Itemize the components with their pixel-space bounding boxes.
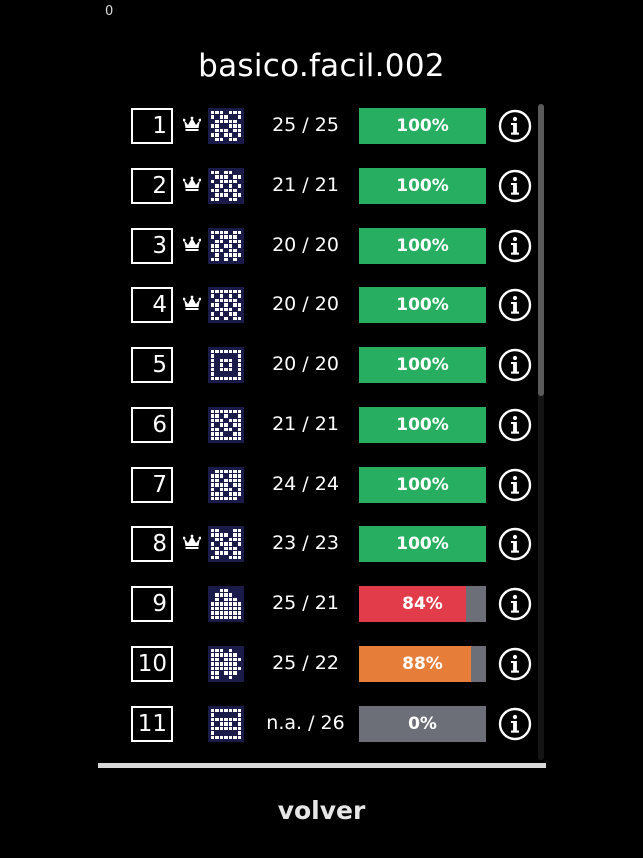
progress-bar: 100% (359, 526, 486, 562)
progress-label: 100% (396, 176, 449, 196)
progress-bar: 100% (359, 407, 486, 443)
info-icon[interactable] (498, 468, 532, 502)
level-row[interactable]: 3 20 / 20 100% (98, 220, 538, 280)
scrollbar[interactable] (538, 104, 544, 760)
progress-bar: 0% (359, 706, 486, 742)
level-score: 25 / 21 (272, 592, 339, 614)
progress-label: 88% (402, 654, 443, 674)
nonogram-thumbnail-icon[interactable] (208, 407, 244, 443)
level-number[interactable]: 5 (131, 347, 173, 383)
progress-bar: 100% (359, 347, 486, 383)
level-score: 25 / 25 (272, 114, 339, 136)
nonogram-thumbnail-icon[interactable] (208, 287, 244, 323)
info-icon[interactable] (498, 169, 532, 203)
progress-bar: 100% (359, 467, 486, 503)
nonogram-thumbnail-icon[interactable] (208, 228, 244, 264)
nonogram-thumbnail-icon[interactable] (208, 526, 244, 562)
level-row[interactable]: 11 n.a. / 26 0% (98, 698, 538, 758)
crown-icon (183, 236, 201, 251)
level-score: 20 / 20 (272, 234, 339, 256)
level-row[interactable]: 8 23 / 23 100% (98, 518, 538, 578)
progress-label: 0% (408, 714, 437, 734)
info-icon[interactable] (498, 587, 532, 621)
level-row[interactable]: 10 25 / 22 88% (98, 638, 538, 698)
nonogram-thumbnail-icon[interactable] (208, 108, 244, 144)
info-icon[interactable] (498, 647, 532, 681)
level-score: 20 / 20 (272, 293, 339, 315)
crown-icon (183, 176, 201, 191)
level-score: 20 / 20 (272, 353, 339, 375)
level-row[interactable]: 1 25 / 25 100% (98, 100, 538, 160)
level-number[interactable]: 8 (131, 526, 173, 562)
nonogram-thumbnail-icon[interactable] (208, 646, 244, 682)
progress-bar: 100% (359, 168, 486, 204)
nonogram-thumbnail-icon[interactable] (208, 168, 244, 204)
level-score: 24 / 24 (272, 473, 339, 495)
level-number[interactable]: 2 (131, 168, 173, 204)
level-number[interactable]: 10 (131, 646, 173, 682)
progress-bar: 100% (359, 287, 486, 323)
level-row[interactable]: 6 21 / 21 100% (98, 399, 538, 459)
level-score: n.a. / 26 (266, 712, 345, 734)
level-number[interactable]: 11 (131, 706, 173, 742)
info-icon[interactable] (498, 408, 532, 442)
progress-bar: 84% (359, 586, 486, 622)
info-icon[interactable] (498, 707, 532, 741)
info-icon[interactable] (498, 348, 532, 382)
level-row[interactable]: 5 20 / 20 100% (98, 339, 538, 399)
info-icon[interactable] (498, 109, 532, 143)
nonogram-thumbnail-icon[interactable] (208, 706, 244, 742)
divider (98, 763, 546, 768)
crown-icon (183, 116, 201, 131)
progress-bar: 100% (359, 228, 486, 264)
crown-icon (183, 534, 201, 549)
level-row[interactable]: 2 21 / 21 100% (98, 160, 538, 220)
progress-label: 100% (396, 475, 449, 495)
level-number[interactable]: 1 (131, 108, 173, 144)
crown-icon (183, 295, 201, 310)
info-icon[interactable] (498, 229, 532, 263)
progress-label: 84% (402, 594, 443, 614)
level-row[interactable]: 4 20 / 20 100% (98, 279, 538, 339)
progress-bar: 88% (359, 646, 486, 682)
progress-label: 100% (396, 116, 449, 136)
level-row[interactable]: 7 24 / 24 100% (98, 459, 538, 519)
progress-label: 100% (396, 415, 449, 435)
level-row[interactable]: 9 25 / 21 84% (98, 578, 538, 638)
level-number[interactable]: 9 (131, 586, 173, 622)
level-number[interactable]: 6 (131, 407, 173, 443)
scrollbar-thumb[interactable] (538, 104, 544, 396)
progress-label: 100% (396, 295, 449, 315)
page-title: basico.facil.002 (198, 48, 445, 84)
level-number[interactable]: 7 (131, 467, 173, 503)
level-score: 21 / 21 (272, 174, 339, 196)
nonogram-thumbnail-icon[interactable] (208, 347, 244, 383)
back-button[interactable]: volver (0, 796, 643, 825)
level-score: 21 / 21 (272, 413, 339, 435)
progress-bar: 100% (359, 108, 486, 144)
level-number[interactable]: 4 (131, 287, 173, 323)
info-icon[interactable] (498, 288, 532, 322)
progress-label: 100% (396, 236, 449, 256)
corner-counter: 0 (105, 4, 114, 19)
progress-label: 100% (396, 534, 449, 554)
info-icon[interactable] (498, 527, 532, 561)
level-list[interactable]: 1 25 / 25 100% 2 21 / 21 100% 3 20 / 20 100% 4 20 … (98, 100, 546, 760)
level-number[interactable]: 3 (131, 228, 173, 264)
nonogram-thumbnail-icon[interactable] (208, 586, 244, 622)
level-score: 23 / 23 (272, 532, 339, 554)
level-score: 25 / 22 (272, 652, 339, 674)
progress-label: 100% (396, 355, 449, 375)
nonogram-thumbnail-icon[interactable] (208, 467, 244, 503)
